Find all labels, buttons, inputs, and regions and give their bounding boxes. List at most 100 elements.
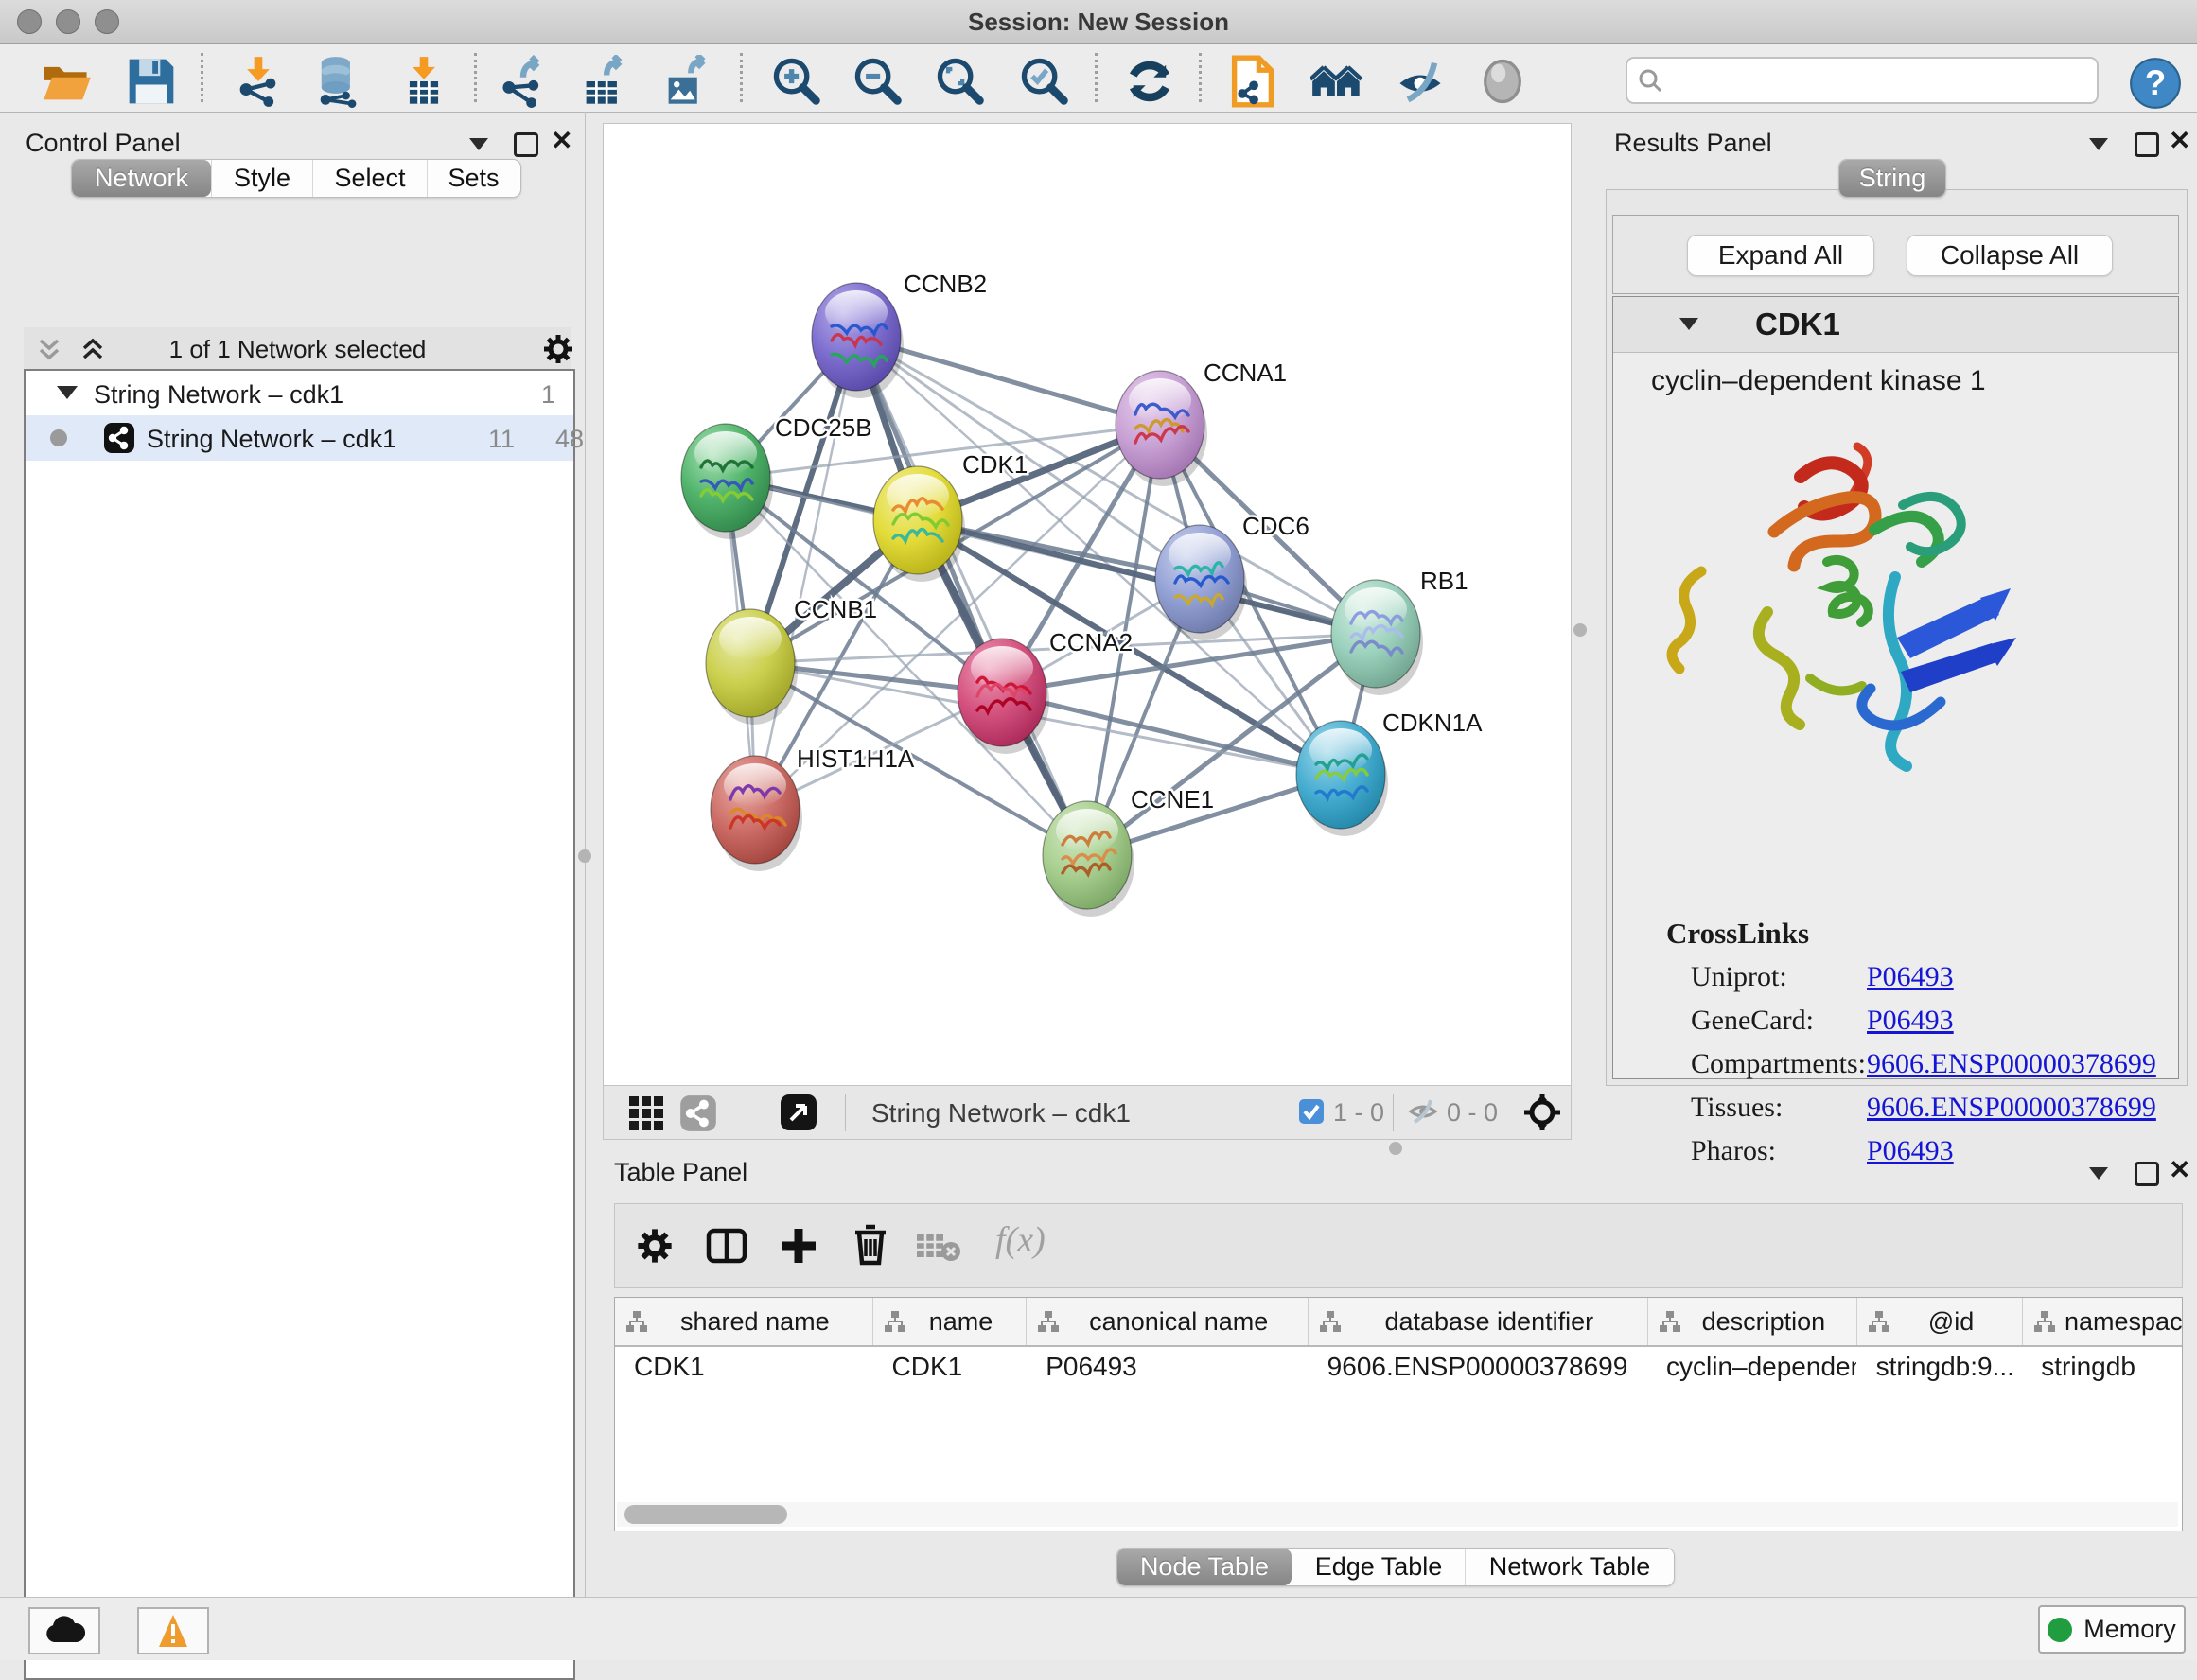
gear-icon[interactable]: [542, 333, 574, 365]
svg-text:?: ?: [2145, 63, 2166, 102]
network-node-ccnb1[interactable]: CCNB1: [706, 595, 877, 725]
export-network-icon[interactable]: [497, 55, 550, 108]
cloud-status-button[interactable]: [28, 1607, 100, 1654]
function-builder-icon: f(x): [995, 1219, 1046, 1261]
network-file-icon[interactable]: [1226, 55, 1279, 108]
column-header-database-identifier[interactable]: database identifier: [1309, 1298, 1648, 1345]
selected-count: 1 - 0: [1333, 1098, 1384, 1128]
column-header-description[interactable]: description: [1648, 1298, 1858, 1345]
crosslink-label: Compartments:: [1691, 1048, 1866, 1080]
network-node-ccnb2[interactable]: CCNB2: [812, 270, 987, 398]
results-panel-maximize-icon[interactable]: [2135, 132, 2159, 157]
show-columns-icon[interactable]: [706, 1225, 747, 1267]
add-column-icon[interactable]: [778, 1225, 819, 1267]
hide-selected-eye-icon[interactable]: [1394, 55, 1447, 108]
scrollbar-thumb[interactable]: [624, 1505, 787, 1524]
import-network-icon[interactable]: [232, 55, 285, 108]
search-input[interactable]: [1626, 57, 2099, 104]
export-image-icon[interactable]: [660, 55, 713, 108]
help-icon[interactable]: ?: [2129, 57, 2182, 110]
network-collection-row[interactable]: String Network – cdk1 1: [26, 373, 573, 415]
crosslink-tissues-link[interactable]: 9606.ENSP00000378699: [1867, 1092, 2156, 1124]
memory-button[interactable]: Memory: [2038, 1605, 2186, 1654]
tab-network[interactable]: Network: [72, 160, 211, 197]
birds-eye-icon[interactable]: [1523, 1094, 1561, 1131]
attribute-icon: [624, 1310, 649, 1333]
attribute-icon: [883, 1310, 907, 1333]
collection-count: 1: [489, 380, 555, 410]
table-gear-icon[interactable]: [636, 1227, 674, 1265]
column-header-name[interactable]: name: [873, 1298, 1028, 1345]
node-label-ccnb2: CCNB2: [904, 270, 987, 298]
tab-select[interactable]: Select: [312, 160, 427, 197]
delete-table-icon: [916, 1231, 961, 1263]
delete-column-icon[interactable]: [850, 1223, 891, 1267]
control-panel: Control Panel ✕ Network Style Select Set…: [0, 112, 586, 1597]
gene-name: CDK1: [1755, 306, 1840, 342]
zoom-in-icon[interactable]: [770, 55, 823, 108]
grid-view-icon[interactable]: [628, 1095, 664, 1131]
save-session-icon[interactable]: [125, 55, 178, 108]
first-neighbors-icon[interactable]: [1310, 55, 1363, 108]
gene-collapse-icon[interactable]: [1679, 318, 1698, 330]
horizontal-scrollbar[interactable]: [617, 1502, 2178, 1527]
tab-style[interactable]: Style: [211, 160, 312, 197]
crosslink-compartments-link[interactable]: 9606.ENSP00000378699: [1867, 1048, 2156, 1080]
crosslink-uniprot-link[interactable]: P06493: [1867, 961, 1954, 993]
results-panel-title: Results Panel: [1614, 129, 1772, 158]
control-panel-float-icon[interactable]: [469, 138, 488, 150]
import-table-icon[interactable]: [397, 55, 450, 108]
zoom-selected-icon[interactable]: [1018, 55, 1071, 108]
network-node-rb1[interactable]: RB1: [1331, 567, 1468, 695]
left-splitter-handle[interactable]: [578, 849, 591, 863]
tab-sets[interactable]: Sets: [427, 160, 519, 197]
refresh-layout-icon[interactable]: [1123, 55, 1176, 108]
collection-expand-icon[interactable]: [57, 386, 78, 399]
zoom-fit-icon[interactable]: [934, 55, 987, 108]
network-node-cdkn1a[interactable]: CDKN1A: [1296, 709, 1483, 836]
network-row[interactable]: String Network – cdk1 11 48: [26, 415, 573, 461]
results-panel-float-icon[interactable]: [2089, 138, 2108, 150]
network-node-hist1h1a[interactable]: HIST1H1A: [711, 744, 915, 871]
tab-network-table[interactable]: Network Table: [1465, 1549, 1674, 1585]
tab-edge-table[interactable]: Edge Table: [1292, 1549, 1465, 1585]
crosslink-genecard-link[interactable]: P06493: [1867, 1005, 1954, 1037]
export-table-icon[interactable]: [578, 55, 631, 108]
import-database-icon[interactable]: [311, 55, 364, 108]
gene-section-header[interactable]: CDK1: [1613, 297, 2178, 353]
network-canvas[interactable]: CCNB2CCNA1CDC25BCDK1CDC6RB1CCNB1CCNA2CDK…: [603, 123, 1572, 1087]
column-header-id[interactable]: @id: [1857, 1298, 2023, 1345]
zoom-out-icon[interactable]: [852, 55, 905, 108]
crosslink-label: Uniprot:: [1691, 961, 1787, 992]
table-panel-float-icon[interactable]: [2089, 1167, 2108, 1180]
control-panel-tabs: Network Style Select Sets: [71, 159, 521, 198]
crosslinks-heading: CrossLinks: [1666, 917, 1809, 951]
open-session-icon[interactable]: [40, 55, 93, 108]
table-panel-close-icon[interactable]: ✕: [2169, 1160, 2190, 1181]
cell-id: stringdb:9...: [1857, 1347, 2023, 1387]
control-panel-title: Control Panel: [26, 129, 181, 158]
table-panel-maximize-icon[interactable]: [2135, 1162, 2159, 1186]
warning-status-button[interactable]: [137, 1607, 209, 1654]
network-node-cdc6[interactable]: CDC6: [1155, 512, 1309, 640]
column-header-shared-name[interactable]: shared name: [615, 1298, 873, 1345]
node-label-ccne1: CCNE1: [1131, 785, 1214, 814]
results-panel-close-icon[interactable]: ✕: [2169, 131, 2190, 151]
network-view-title: String Network – cdk1: [871, 1098, 1131, 1129]
column-header-namespace[interactable]: namespace: [2023, 1298, 2182, 1345]
table-row[interactable]: CDK1 CDK1 P06493 9606.ENSP00000378699 cy…: [615, 1347, 2182, 1387]
tab-string[interactable]: String: [1839, 160, 1945, 197]
network-thumbnail-icon[interactable]: [679, 1094, 717, 1132]
tab-node-table[interactable]: Node Table: [1117, 1549, 1292, 1585]
network-node-ccne1[interactable]: CCNE1: [1043, 785, 1214, 917]
expand-collapse-bar: Expand All Collapse All: [1612, 215, 2179, 294]
detach-view-icon[interactable]: [780, 1094, 817, 1131]
column-header-canonical-name[interactable]: canonical name: [1027, 1298, 1309, 1345]
collapse-all-button[interactable]: Collapse All: [1907, 235, 2113, 276]
expand-all-button[interactable]: Expand All: [1687, 235, 1874, 276]
control-panel-maximize-icon[interactable]: [514, 132, 538, 157]
cell-canonical-name: P06493: [1027, 1347, 1308, 1387]
selected-checkbox-icon[interactable]: [1298, 1098, 1325, 1125]
network-node-cdc25b[interactable]: CDC25B: [681, 413, 872, 539]
control-panel-close-icon[interactable]: ✕: [551, 131, 572, 151]
